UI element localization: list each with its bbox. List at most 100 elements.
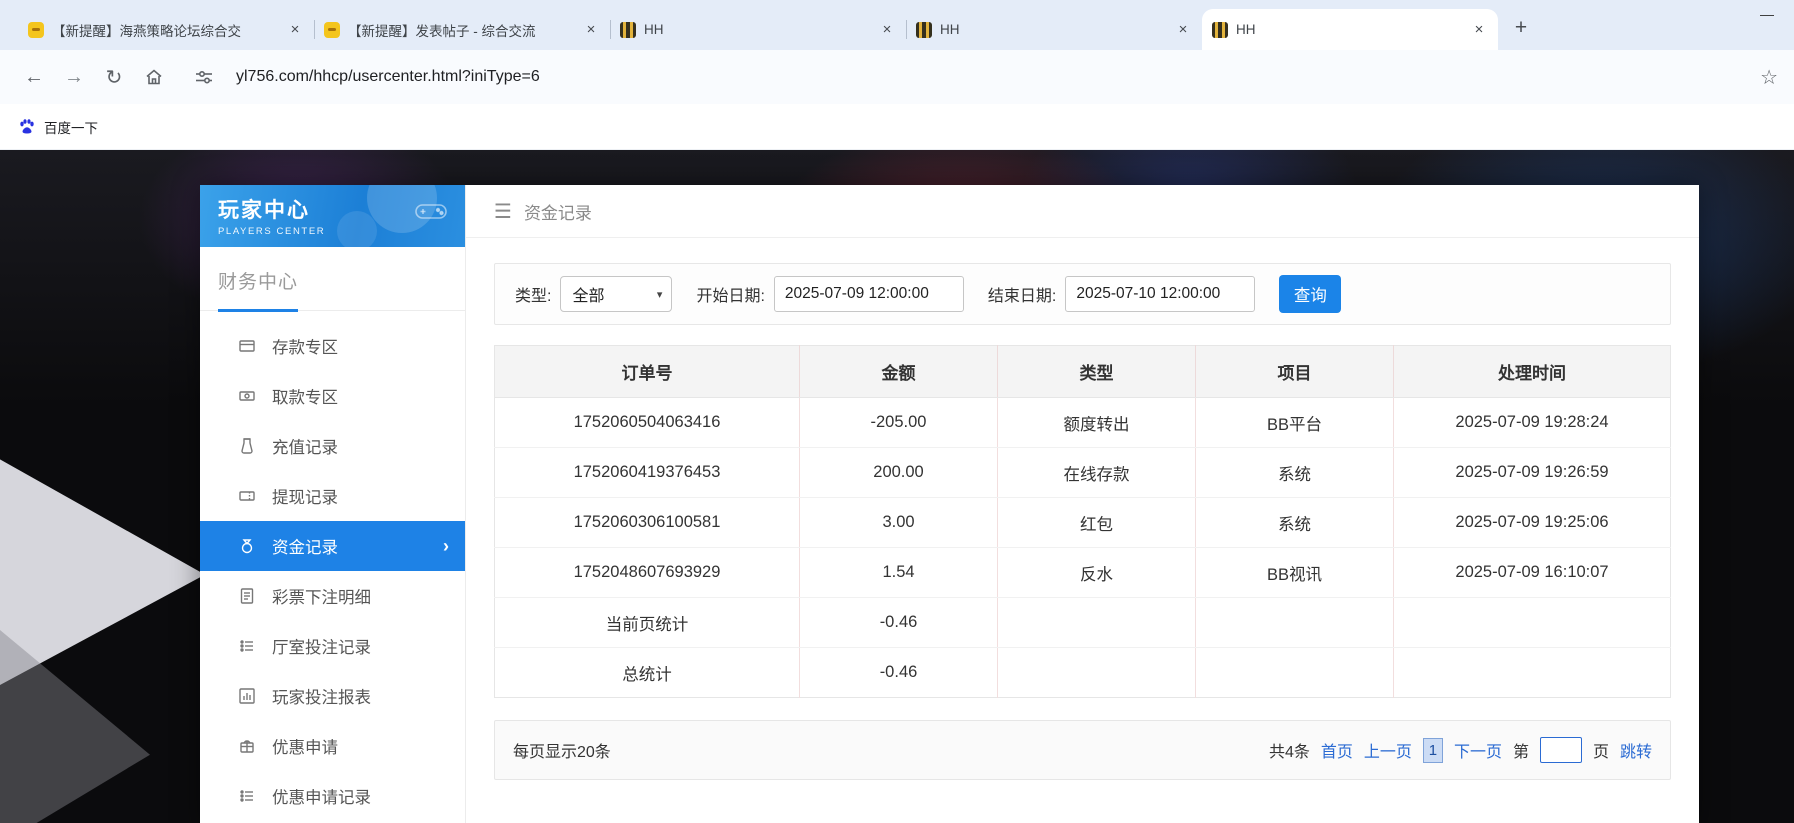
jump-link[interactable]: 跳转 bbox=[1620, 738, 1652, 762]
lottery-bet-icon bbox=[238, 586, 258, 606]
next-page-link[interactable]: 下一页 bbox=[1454, 738, 1502, 762]
sidebar-item-player-report[interactable]: 玩家投注报表 bbox=[200, 671, 465, 721]
cell-empty bbox=[1196, 648, 1394, 698]
home-icon[interactable] bbox=[136, 59, 172, 95]
browser-tab[interactable]: HH × bbox=[610, 9, 906, 50]
cell-time: 2025-07-09 19:26:59 bbox=[1394, 448, 1671, 498]
tab-close-icon[interactable]: × bbox=[878, 21, 896, 39]
reload-icon[interactable]: ↻ bbox=[96, 59, 132, 95]
bookmark-star-icon[interactable]: ☆ bbox=[1760, 65, 1778, 90]
sidebar-item-lottery-bet-detail[interactable]: 彩票下注明细 bbox=[200, 571, 465, 621]
jump-label-post: 页 bbox=[1593, 738, 1609, 762]
new-tab-button[interactable]: + bbox=[1506, 14, 1536, 44]
back-icon[interactable]: ← bbox=[16, 59, 52, 95]
sidebar-item-promo-record[interactable]: 优惠申请记录 bbox=[200, 771, 465, 821]
promo-apply-icon bbox=[238, 736, 258, 756]
player-report-icon bbox=[238, 686, 258, 706]
sidebar-item-deposit[interactable]: 存款专区 bbox=[200, 321, 465, 371]
table-header-row: 订单号 金额 类型 项目 处理时间 bbox=[495, 346, 1671, 398]
cell-empty bbox=[998, 648, 1196, 698]
chevron-right-icon: › bbox=[443, 536, 449, 557]
address-bar[interactable]: yl756.com/hhcp/usercenter.html?iniType=6 bbox=[236, 68, 1752, 86]
sidebar-item-label: 厅室投注记录 bbox=[272, 634, 371, 658]
promo-record-icon bbox=[238, 786, 258, 806]
baidu-paw-icon bbox=[18, 118, 36, 136]
sidebar-item-promo-apply[interactable]: 优惠申请 bbox=[200, 721, 465, 771]
col-header-amount: 金额 bbox=[800, 346, 998, 398]
prev-page-link[interactable]: 上一页 bbox=[1364, 738, 1412, 762]
table-row: 1752060419376453 200.00 在线存款 系统 2025-07-… bbox=[495, 448, 1671, 498]
hall-bet-record-icon bbox=[238, 636, 258, 656]
cell-project: BB平台 bbox=[1196, 398, 1394, 448]
minimize-button[interactable]: — bbox=[1760, 6, 1774, 22]
sidebar-header: 玩家中心 PLAYERS CENTER bbox=[200, 185, 465, 247]
page-jump-input[interactable] bbox=[1540, 737, 1582, 763]
sidebar-item-hall-bet-record[interactable]: 厅室投注记录 bbox=[200, 621, 465, 671]
tab-close-icon[interactable]: × bbox=[1470, 21, 1488, 39]
current-page-indicator[interactable]: 1 bbox=[1423, 738, 1443, 763]
first-page-link[interactable]: 首页 bbox=[1321, 738, 1353, 762]
per-page-label: 每页显示20条 bbox=[513, 738, 1269, 762]
backdrop-triangle bbox=[0, 445, 205, 685]
browser-tab[interactable]: HH × bbox=[906, 9, 1202, 50]
sidebar-item-withdrawal-record[interactable]: 提现记录 bbox=[200, 471, 465, 521]
bookmarks-bar: 百度一下 bbox=[0, 104, 1794, 150]
sidebar: 玩家中心 PLAYERS CENTER 财务中心 bbox=[200, 185, 466, 823]
withdrawal-record-icon bbox=[238, 486, 258, 506]
sidebar-item-label: 彩票下注明细 bbox=[272, 584, 371, 608]
cell-amount: 200.00 bbox=[800, 448, 998, 498]
players-center-subtitle: PLAYERS CENTER bbox=[218, 226, 465, 237]
cell-amount: -0.46 bbox=[800, 648, 998, 698]
finance-section-header: 财务中心 bbox=[200, 247, 465, 311]
site-info-icon[interactable] bbox=[186, 59, 222, 95]
finance-section-label: 财务中心 bbox=[218, 272, 298, 293]
cell-order-no: 1752060504063416 bbox=[495, 398, 800, 448]
sidebar-item-withdraw[interactable]: 取款专区 bbox=[200, 371, 465, 421]
cell-type: 额度转出 bbox=[998, 398, 1196, 448]
cell-project: BB视讯 bbox=[1196, 548, 1394, 598]
page-title: 资金记录 bbox=[524, 199, 592, 224]
cell-amount: -205.00 bbox=[800, 398, 998, 448]
cell-amount: 1.54 bbox=[800, 548, 998, 598]
content-area: 类型: 全部 ▾ 开始日期: 结束日期: 查询 bbox=[466, 238, 1699, 780]
cell-amount: 3.00 bbox=[800, 498, 998, 548]
cell-project: 系统 bbox=[1196, 448, 1394, 498]
browser-tab-active[interactable]: HH × bbox=[1202, 9, 1498, 50]
table-row-page-stats: 当前页统计 -0.46 bbox=[495, 598, 1671, 648]
browser-tab[interactable]: 【新提醒】海燕策略论坛综合交 × bbox=[18, 9, 314, 50]
query-button[interactable]: 查询 bbox=[1279, 275, 1341, 313]
col-header-project: 项目 bbox=[1196, 346, 1394, 398]
start-date-label: 开始日期: bbox=[696, 282, 764, 306]
type-label: 类型: bbox=[515, 282, 551, 306]
sidebar-item-recharge-record[interactable]: 充值记录 bbox=[200, 421, 465, 471]
backdrop-triangle bbox=[0, 630, 150, 823]
gamepad-icon bbox=[413, 199, 449, 223]
browser-toolbar: ← → ↻ yl756.com/hhcp/usercenter.html?ini… bbox=[0, 50, 1794, 104]
sidebar-item-label: 取款专区 bbox=[272, 384, 338, 408]
tab-close-icon[interactable]: × bbox=[286, 21, 304, 39]
forum-favicon-icon bbox=[28, 22, 44, 38]
bookmark-item-baidu[interactable]: 百度一下 bbox=[18, 117, 98, 137]
deposit-icon bbox=[238, 336, 258, 356]
cell-time: 2025-07-09 19:28:24 bbox=[1394, 398, 1671, 448]
page-header: ☰ 资金记录 bbox=[466, 185, 1699, 238]
table-row: 1752048607693929 1.54 反水 BB视讯 2025-07-09… bbox=[495, 548, 1671, 598]
end-date-label: 结束日期: bbox=[988, 282, 1056, 306]
table-row: 1752060504063416 -205.00 额度转出 BB平台 2025-… bbox=[495, 398, 1671, 448]
sidebar-item-funds-record[interactable]: 资金记录 › bbox=[200, 521, 465, 571]
tab-label: 【新提醒】海燕策略论坛综合交 bbox=[52, 20, 278, 40]
sidebar-item-label: 资金记录 bbox=[272, 534, 338, 558]
end-date-input[interactable] bbox=[1065, 276, 1255, 312]
cell-type: 反水 bbox=[998, 548, 1196, 598]
tab-close-icon[interactable]: × bbox=[582, 21, 600, 39]
type-select[interactable]: 全部 ▾ bbox=[560, 276, 672, 312]
hh-favicon-icon bbox=[620, 22, 636, 38]
tab-close-icon[interactable]: × bbox=[1174, 21, 1192, 39]
withdraw-icon bbox=[238, 386, 258, 406]
col-header-type: 类型 bbox=[998, 346, 1196, 398]
forward-icon[interactable]: → bbox=[56, 59, 92, 95]
hh-favicon-icon bbox=[1212, 22, 1228, 38]
browser-tab[interactable]: 【新提醒】发表帖子 - 综合交流 × bbox=[314, 9, 610, 50]
sidebar-item-label: 存款专区 bbox=[272, 334, 338, 358]
start-date-input[interactable] bbox=[774, 276, 964, 312]
